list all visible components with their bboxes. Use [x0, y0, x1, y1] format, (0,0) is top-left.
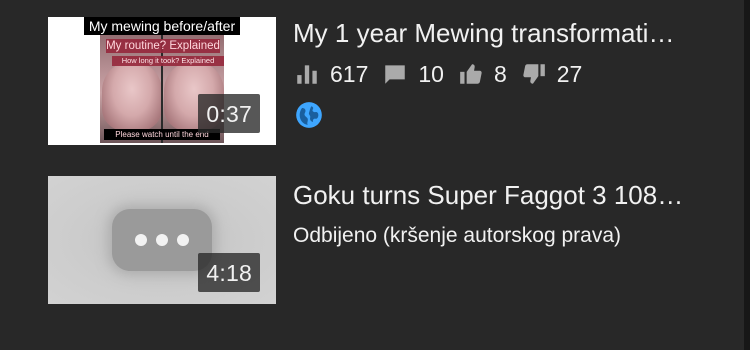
- video-status-text: Odbijeno (kršenje autorskog prava): [293, 224, 622, 247]
- likes-count: 8: [493, 61, 507, 87]
- video-duration-badge: 0:37: [198, 94, 260, 133]
- dot: [177, 234, 189, 246]
- dot: [135, 234, 147, 246]
- video-thumbnail[interactable]: My mewing before/after My routine? Expla…: [48, 17, 276, 145]
- comments-count: 10: [418, 61, 444, 87]
- dislikes-stat: 27: [521, 60, 583, 88]
- thumbnail-caption-duration: How long it took? Explained: [112, 56, 224, 66]
- thumbnail-caption-routine: My routine? Explained: [106, 39, 220, 53]
- views-count: 617: [330, 61, 369, 87]
- video-list-page: My mewing before/after My routine? Expla…: [0, 0, 750, 350]
- video-duration-badge: 4:18: [198, 253, 260, 292]
- before-face-image: [102, 61, 162, 131]
- globe-icon: [295, 101, 323, 129]
- views-stat: 617: [294, 60, 368, 88]
- thumbs-up-icon: [458, 61, 484, 87]
- dot: [156, 234, 168, 246]
- video-stats: 617 10 8 27: [294, 58, 596, 90]
- video-title[interactable]: My 1 year Mewing transformati…: [293, 17, 713, 49]
- scrollbar-track[interactable]: [744, 0, 750, 350]
- more-dots-icon: [112, 209, 212, 271]
- bar-chart-icon: [294, 61, 320, 87]
- video-title[interactable]: Goku turns Super Faggot 3 108…: [293, 179, 713, 211]
- video-thumbnail[interactable]: 4:18: [48, 176, 276, 304]
- comment-icon: [382, 61, 408, 87]
- comments-stat: 10: [382, 60, 444, 88]
- likes-stat: 8: [458, 60, 507, 88]
- thumbnail-caption-heading: My mewing before/after: [84, 17, 240, 35]
- dislikes-count: 27: [556, 61, 583, 87]
- thumbs-down-icon: [521, 61, 547, 87]
